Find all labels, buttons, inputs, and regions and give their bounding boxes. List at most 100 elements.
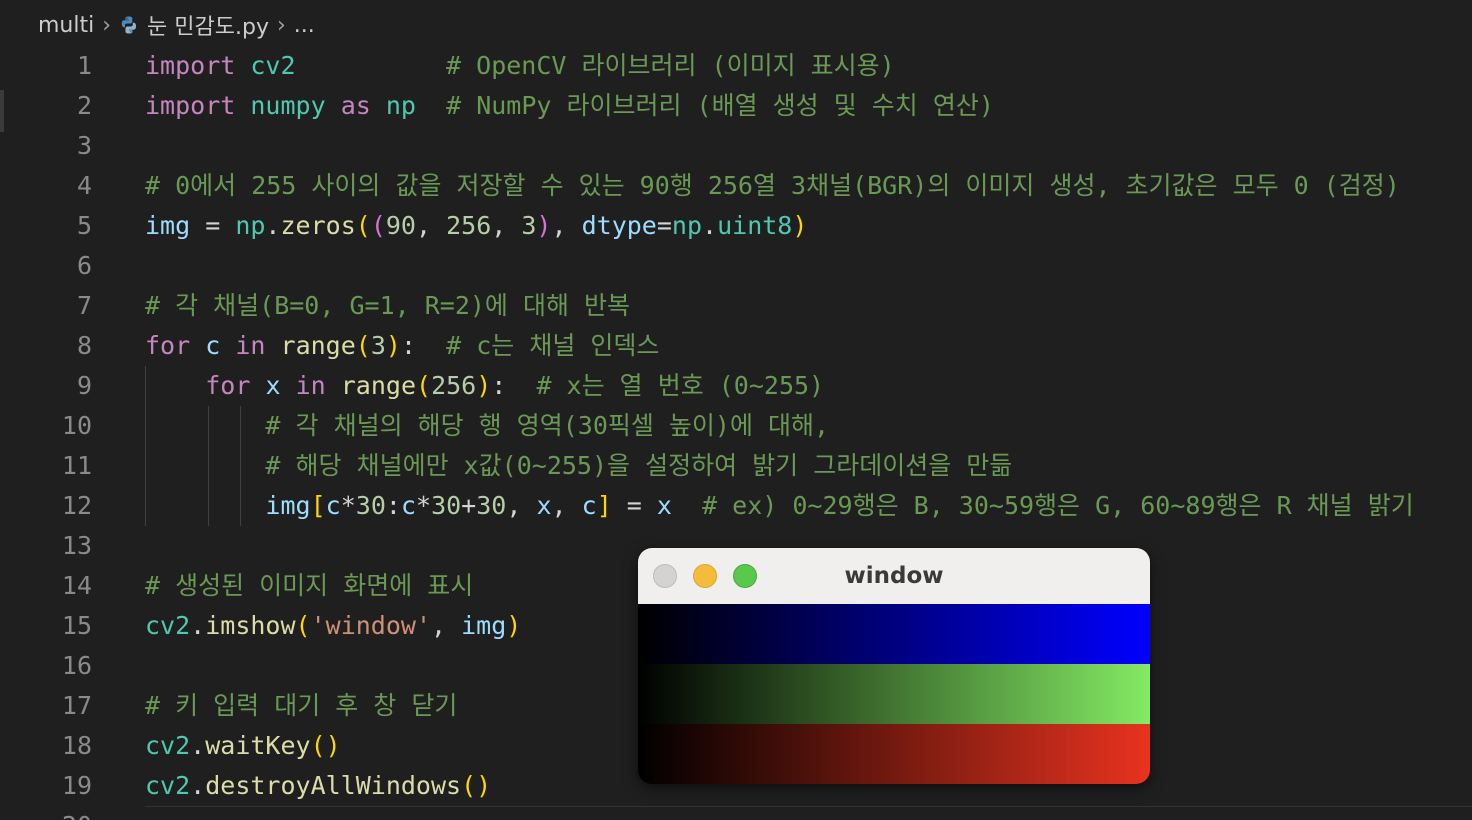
code-text: cv2.destroyAllWindows() [145, 766, 491, 806]
code-token: import [145, 51, 236, 80]
line-number: 11 [61, 451, 92, 480]
code-line[interactable]: 7 # 각 채널(B=0, G=1, R=2)에 대해 반복 [0, 286, 1472, 326]
code-token: in [235, 331, 266, 360]
window-titlebar[interactable]: window [638, 548, 1150, 605]
window-title: window [844, 563, 944, 589]
code-token: for [205, 371, 251, 400]
code-token: # ex) 0~29행은 B, 30~59행은 G, 60~89행은 R 채널 … [702, 491, 1414, 520]
code-line[interactable]: 5 img = np.zeros((90, 256, 3), dtype=np.u… [0, 206, 1472, 246]
code-text: # 각 채널의 해당 행 영역(30픽셀 높이)에 대해, [145, 406, 829, 446]
code-token: : [491, 371, 537, 400]
code-token: ( [416, 371, 432, 400]
code-line[interactable]: 9 for x in range(256): # x는 열 번호 (0~255) [0, 366, 1472, 406]
code-token: np [385, 91, 416, 120]
code-line[interactable]: 3 [0, 126, 1472, 166]
code-text: import numpy as np # NumPy 라이브러리 (배열 생성 … [145, 86, 994, 126]
line-number: 12 [61, 491, 92, 520]
code-token: c [400, 491, 416, 520]
code-token: 3 [370, 331, 386, 360]
code-token: ) [385, 331, 401, 360]
code-token: , [506, 491, 537, 520]
code-text: # 생성된 이미지 화면에 표시 [145, 566, 473, 606]
code-token: # c는 채널 인덱스 [446, 331, 660, 360]
code-text: import cv2 # OpenCV 라이브러리 (이미지 표시용) [145, 46, 895, 86]
line-number: 14 [61, 571, 92, 600]
code-line[interactable]: 11 # 해당 채널에만 x값(0~255)을 설정하여 밝기 그라데이션을 만… [0, 446, 1472, 486]
code-token: 'window' [310, 611, 432, 640]
code-text: for c in range(3): # c는 채널 인덱스 [145, 326, 659, 366]
code-token: waitKey [205, 731, 311, 760]
code-token: x [536, 491, 552, 520]
code-token: img [461, 611, 507, 640]
red-gradient-band [638, 724, 1150, 784]
code-text: # 각 채널(B=0, G=1, R=2)에 대해 반복 [145, 286, 630, 326]
breadcrumb-folder[interactable]: multi [38, 13, 94, 38]
code-token: # 해당 채널에만 x값(0~255)을 설정하여 밝기 그라데이션을 만듦 [265, 451, 1013, 480]
code-token: 30 [431, 491, 462, 520]
code-token: = [611, 491, 657, 520]
code-token: 3 [521, 211, 537, 240]
opencv-window[interactable]: window [638, 548, 1150, 784]
code-line[interactable]: 4 # 0에서 255 사이의 값을 저장할 수 있는 90행 256열 3채널(… [0, 166, 1472, 206]
breadcrumb-file[interactable]: 눈 민감도.py [147, 9, 269, 41]
code-line[interactable]: 10 # 각 채널의 해당 행 영역(30픽셀 높이)에 대해, [0, 406, 1472, 446]
code-token: 30 [476, 491, 507, 520]
code-line[interactable]: 12 img[c*30:c*30+30, x, c] = x # ex) 0~2… [0, 486, 1472, 526]
code-token: range [280, 331, 356, 360]
line-number: 19 [61, 771, 92, 800]
code-token: # 키 입력 대기 후 창 닫기 [145, 691, 458, 720]
code-token: c [581, 491, 597, 520]
code-line[interactable]: 6 [0, 246, 1472, 286]
code-token: , [491, 211, 522, 240]
code-token: * [416, 491, 432, 520]
code-token: ( [370, 211, 386, 240]
line-number: 13 [61, 531, 92, 560]
breadcrumb-more[interactable]: ... [294, 13, 315, 38]
line-number: 3 [76, 131, 92, 160]
code-token: 256 [431, 371, 477, 400]
code-token: () [310, 731, 341, 760]
editor-divider [145, 806, 1472, 807]
code-token: = [190, 211, 236, 240]
code-token: # 생성된 이미지 화면에 표시 [145, 571, 474, 600]
code-text: for x in range(256): # x는 열 번호 (0~255) [145, 366, 824, 406]
code-token: as [340, 91, 371, 120]
line-number: 20 [0, 806, 92, 820]
code-token: + [461, 491, 477, 520]
line-number: 10 [61, 411, 92, 440]
code-token: import [145, 91, 236, 120]
code-token: cv2 [145, 771, 191, 800]
code-token: . [190, 611, 206, 640]
line-number: 17 [61, 691, 92, 720]
blue-gradient-band [638, 604, 1150, 664]
code-token: ) [792, 211, 808, 240]
code-token: range [340, 371, 416, 400]
code-line[interactable]: 8 for c in range(3): # c는 채널 인덱스 [0, 326, 1472, 366]
code-line[interactable]: 20 [0, 806, 1472, 820]
code-line[interactable]: 2 import numpy as np # NumPy 라이브러리 (배열 생성… [0, 86, 1472, 126]
line-number: 18 [61, 731, 92, 760]
code-token: . [190, 731, 206, 760]
code-token: for [145, 331, 191, 360]
code-line[interactable]: 1 import cv2 # OpenCV 라이브러리 (이미지 표시용) [0, 46, 1472, 86]
code-token: () [461, 771, 492, 800]
code-text: cv2.waitKey() [145, 726, 341, 766]
line-number: 1 [76, 51, 92, 80]
code-token: 30 [355, 491, 386, 520]
code-token: zeros [280, 211, 356, 240]
code-token: , [431, 611, 462, 640]
code-token: * [340, 491, 356, 520]
code-token: x [265, 371, 281, 400]
